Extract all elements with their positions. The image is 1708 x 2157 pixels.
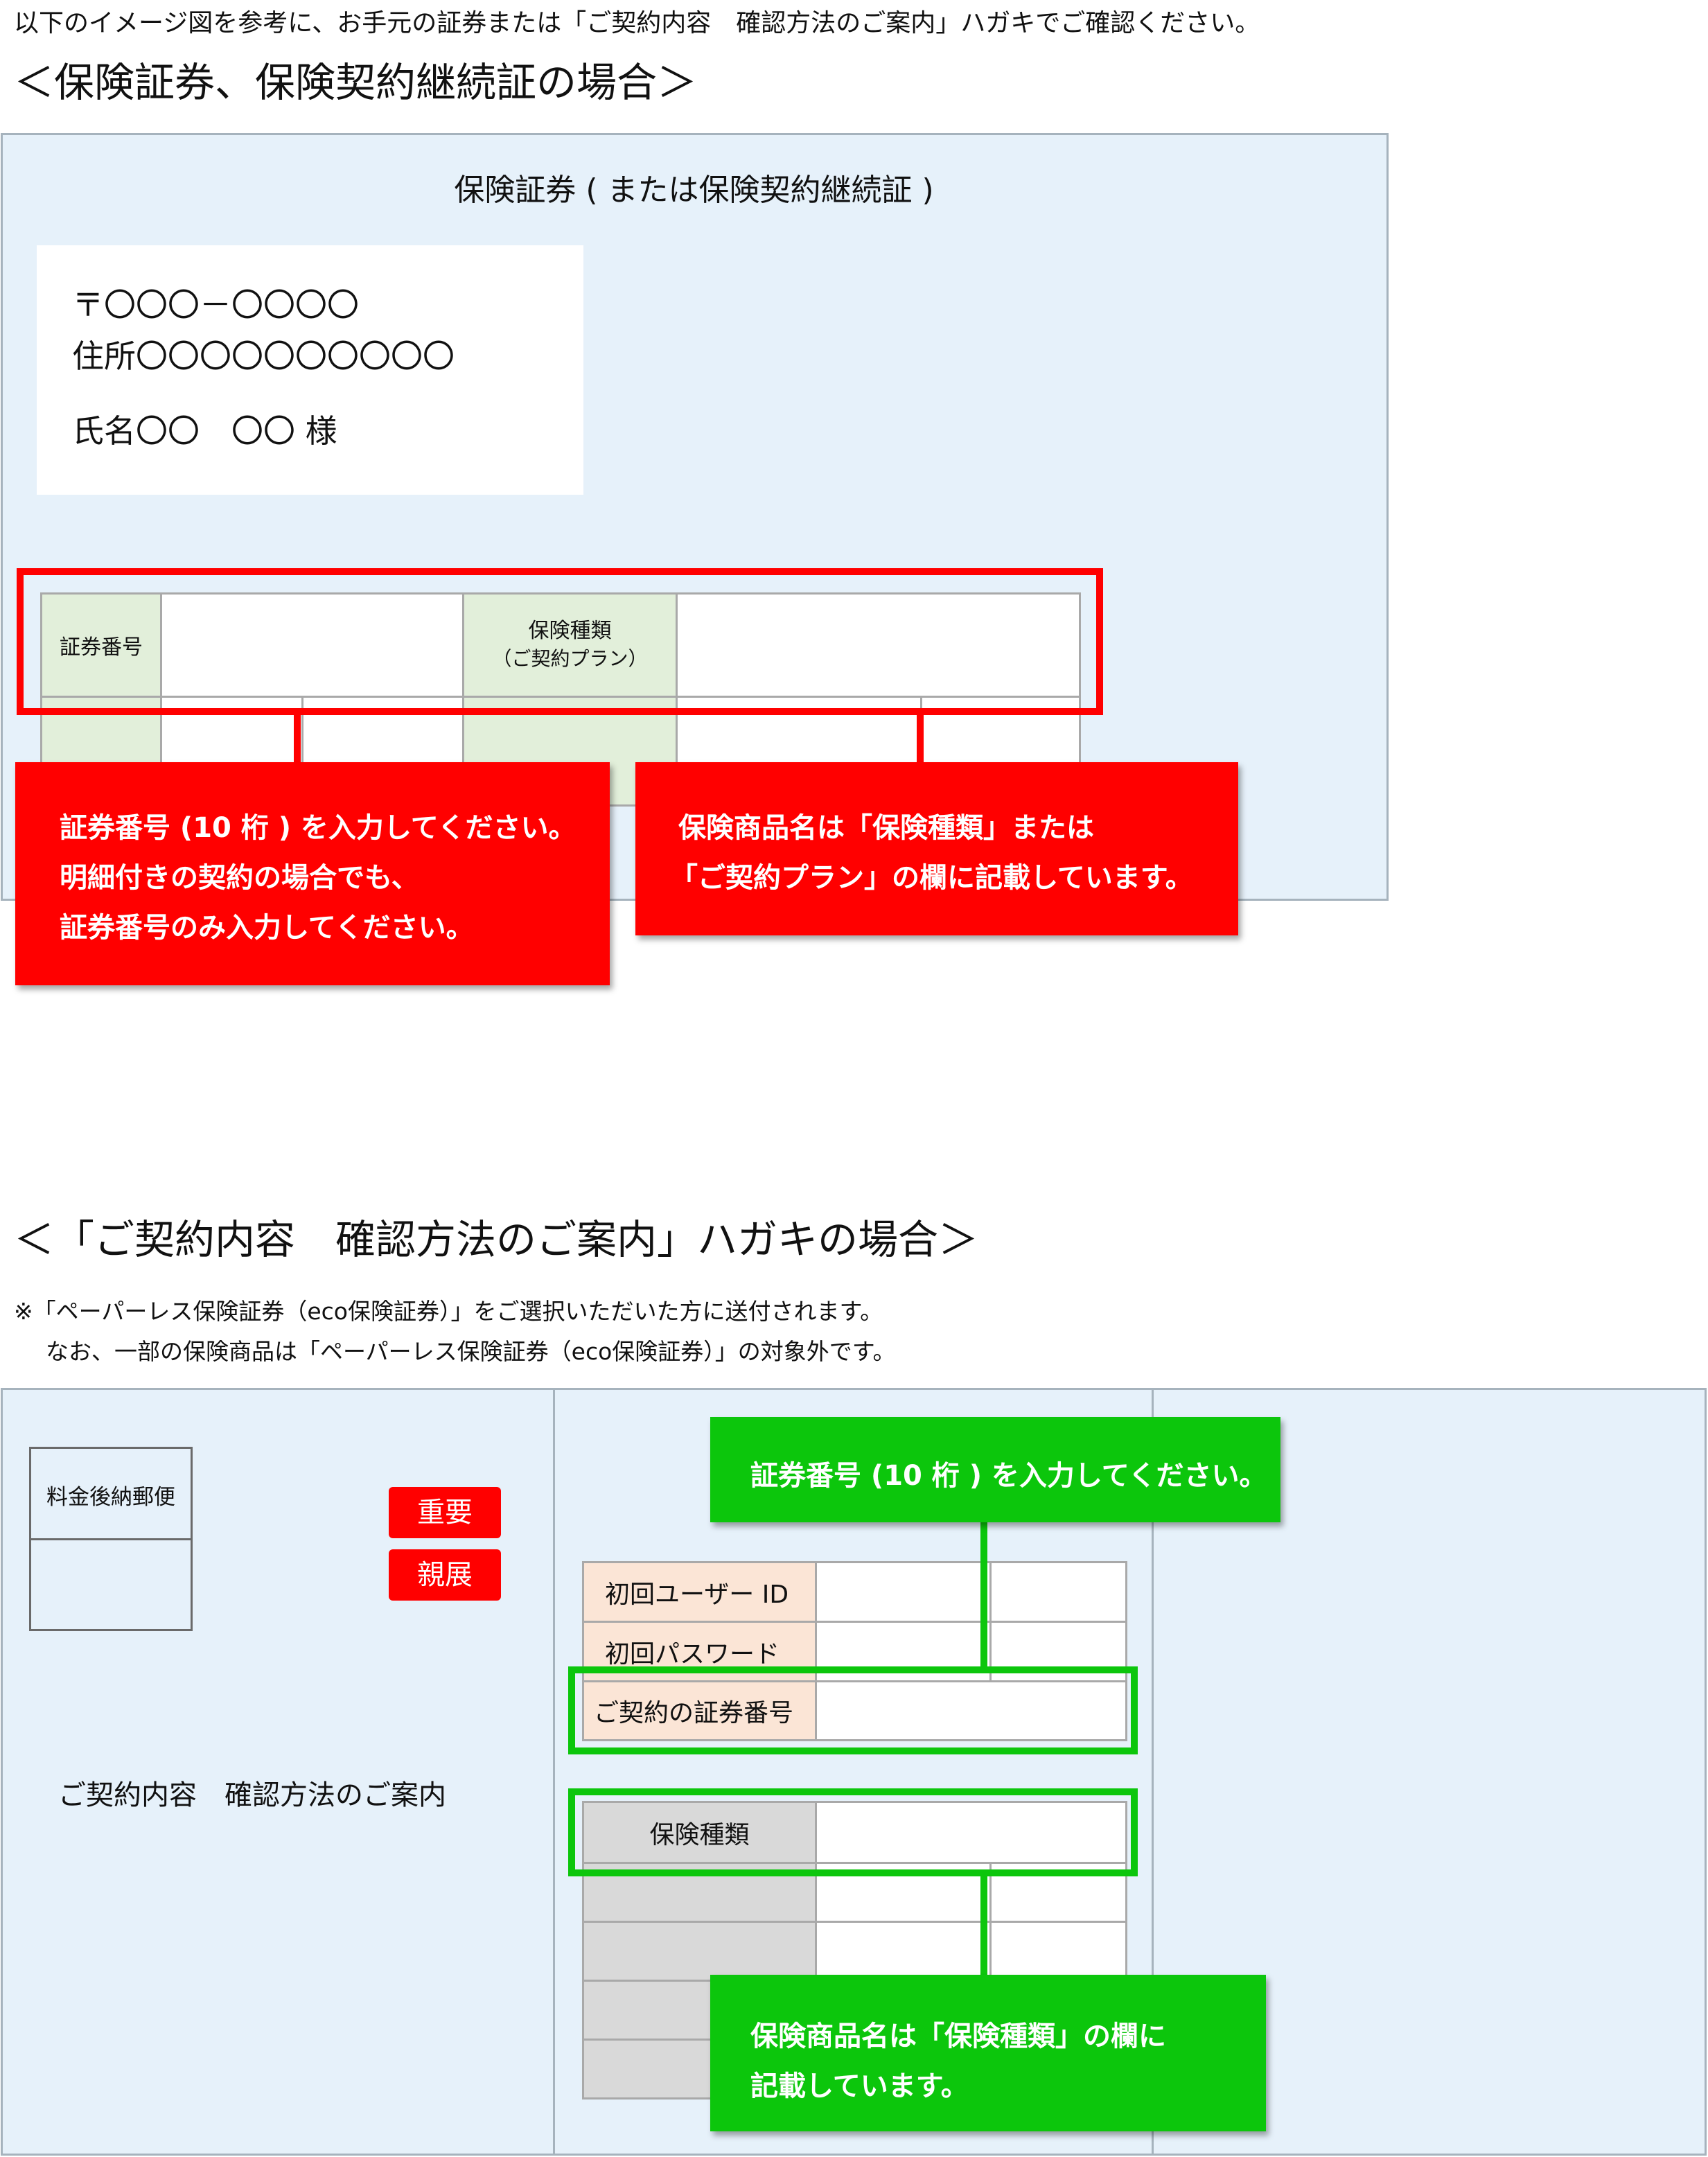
connector-line-red [917, 714, 924, 764]
callout-text: 保険商品名は「保険種類」の欄に [750, 2020, 1166, 2052]
recipient-name: 氏名〇〇 〇〇 様 [72, 412, 337, 450]
connector-line-green [980, 1522, 987, 1669]
login-id-label: 初回ユーザー ID [605, 1580, 789, 1609]
connector-line-red [294, 714, 301, 764]
zip-code: 〒〇〇〇－〇〇〇〇 [72, 286, 359, 324]
type-row-label-cell [582, 1921, 817, 1982]
panel-divider [553, 1389, 555, 2156]
highlight-frame-green [568, 1666, 1138, 1754]
callout-product-name-green: 保険商品名は「保険種類」の欄に 記載しています。 [710, 1975, 1266, 2131]
section1-heading: ＜保険証券、保険契約継続証の場合＞ [14, 59, 698, 106]
callout-text: 保険商品名は「保険種類」または [678, 812, 1094, 844]
highlight-frame-red [17, 568, 1103, 715]
type-row-cell [989, 1921, 1127, 1982]
connector-line-green [980, 1875, 987, 1976]
callout-text: 証券番号のみ入力してください。 [60, 912, 474, 944]
callout-text: 証券番号 (10 桁 ) を入力してください。 [60, 812, 576, 844]
postage-stamp-label: 料金後納郵便 [46, 1485, 175, 1510]
callout-text: 明細付きの契約の場合でも、 [60, 862, 419, 894]
login-id-label-cell: 初回ユーザー ID [582, 1561, 817, 1623]
login-id-extra-cell [989, 1561, 1127, 1623]
highlight-frame-green [568, 1788, 1138, 1876]
address-line: 住所〇〇〇〇〇〇〇〇〇〇 [72, 337, 455, 375]
callout-text: 記載しています。 [750, 2070, 969, 2102]
note-line: ※「ペーパーレス保険証券（eco保険証券）」をご選択いただいた方に送付されます。 [14, 1298, 883, 1325]
section2-heading: ＜「ご契約内容 確認方法のご案内」ハガキの場合＞ [14, 1216, 979, 1263]
type-row-cell [815, 1921, 992, 1982]
callout-text: 「ご契約プラン」の欄に記載しています。 [670, 862, 1193, 894]
postcard-title: ご契約内容 確認方法のご案内 [58, 1779, 446, 1811]
important-badge: 重要 [389, 1487, 501, 1538]
callout-text: 証券番号 (10 桁 ) を入力してください。 [750, 1460, 1267, 1492]
login-id-value-cell [815, 1561, 992, 1623]
callout-policy-number: 証券番号 (10 桁 ) を入力してください。 明細付きの契約の場合でも、 証券… [15, 762, 610, 985]
note-line: なお、一部の保険商品は「ペーパーレス保険証券（eco保険証券）」の対象外です。 [46, 1338, 896, 1365]
postage-stamp-box: 料金後納郵便 [29, 1447, 193, 1631]
password-label: 初回パスワード [605, 1639, 780, 1669]
policy-document-title: 保険証券 ( または保険契約継続証 ) [454, 173, 934, 208]
intro-text: 以下のイメージ図を参考に、お手元の証券または「ご契約内容 確認方法のご案内」ハガ… [14, 9, 1260, 37]
callout-policy-number-green: 証券番号 (10 桁 ) を入力してください。 [710, 1417, 1280, 1522]
postage-stamp-divider [31, 1538, 191, 1540]
confidential-badge: 親展 [389, 1549, 501, 1601]
callout-product-name: 保険商品名は「保険種類」または 「ご契約プラン」の欄に記載しています。 [635, 762, 1238, 935]
